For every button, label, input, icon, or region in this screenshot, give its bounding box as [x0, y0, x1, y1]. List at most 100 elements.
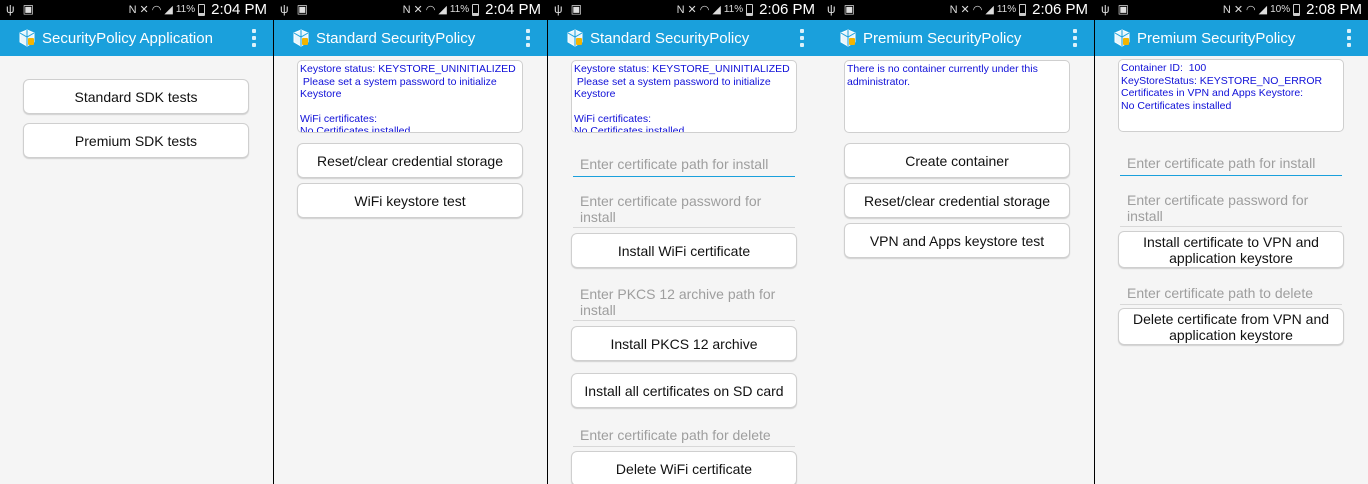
status-line: WiFi certificates:	[300, 112, 378, 125]
mute-icon: ✕	[139, 4, 149, 16]
screenshot-icon: ▣	[22, 2, 34, 16]
premium-sdk-tests-button[interactable]: Premium SDK tests	[23, 123, 249, 158]
delete-path-input[interactable]: Enter certificate path to delete	[1120, 285, 1342, 305]
nfc-icon: N	[128, 3, 137, 16]
status-line: KeyStoreStatus: KEYSTORE_NO_ERROR	[1121, 74, 1323, 87]
install-wifi-certificate-button[interactable]: Install WiFi certificate	[571, 233, 797, 268]
clock: 2:08 PM	[1306, 1, 1362, 18]
usb-icon: ψ	[554, 2, 563, 16]
signal-icon: ◢	[438, 4, 447, 16]
overflow-menu-icon[interactable]	[1073, 29, 1078, 47]
install-vpn-certificate-button[interactable]: Install certificate to VPN and applicati…	[1118, 231, 1344, 268]
install-all-sd-certificates-button[interactable]: Install all certificates on SD card	[571, 373, 797, 408]
status-line: Container ID: 100	[1121, 62, 1207, 74]
status-bar: ψ ▣ N ✕ ◠ ◢ 10% 2:08 PM	[1095, 0, 1368, 20]
mute-icon: ✕	[687, 4, 697, 16]
battery-percent: 11%	[175, 4, 196, 15]
cert-path-input[interactable]: Enter certificate path for install	[573, 156, 795, 177]
status-bar: ψ ▣ N ✕ ◠ ◢ 11% 2:04 PM	[274, 0, 547, 20]
battery-icon	[746, 3, 754, 16]
usb-icon: ψ	[1101, 2, 1110, 16]
screen-premium-vpn: ψ ▣ N ✕ ◠ ◢ 10% 2:08 PM Premium SecurityP…	[1095, 0, 1368, 484]
nfc-icon: N	[402, 3, 411, 16]
clock: 2:06 PM	[759, 1, 815, 18]
action-bar: Standard SecurityPolicy	[548, 20, 821, 56]
clock: 2:04 PM	[485, 1, 541, 18]
container-status-text: There is no container currently under th…	[844, 60, 1070, 133]
app-title: Premium SecurityPolicy	[1137, 29, 1296, 47]
nfc-icon: N	[949, 3, 958, 16]
status-line: Certificates in VPN and Apps Keystore:	[1121, 87, 1304, 99]
usb-icon: ψ	[827, 2, 836, 16]
action-bar: Standard SecurityPolicy	[274, 20, 547, 56]
status-line: No Certificates installed	[1121, 99, 1232, 112]
wifi-icon: ◠	[151, 4, 162, 16]
status-line: There is no container currently under th…	[847, 63, 1041, 88]
standard-sdk-tests-button[interactable]: Standard SDK tests	[23, 79, 249, 114]
battery-icon	[198, 3, 206, 16]
clock: 2:06 PM	[1032, 1, 1088, 18]
battery-percent: 11%	[723, 4, 744, 15]
keystore-status-text: Keystore status: KEYSTORE_UNINITIALIZED …	[297, 60, 523, 133]
status-bar: ψ ▣ N ✕ ◠ ◢ 11% 2:06 PM	[548, 0, 821, 20]
overflow-menu-icon[interactable]	[252, 29, 257, 47]
signal-icon: ◢	[985, 4, 994, 16]
wifi-keystore-test-button[interactable]: WiFi keystore test	[297, 183, 523, 218]
reset-credential-storage-button[interactable]: Reset/clear credential storage	[844, 183, 1070, 218]
app-title: SecurityPolicy Application	[42, 29, 213, 47]
status-bar: ψ ▣ N ✕ ◠ ◢ 11% 2:06 PM	[821, 0, 1094, 20]
clock: 2:04 PM	[211, 1, 267, 18]
signal-icon: ◢	[164, 4, 173, 16]
nfc-icon: N	[676, 3, 685, 16]
screenshot-icon: ▣	[1117, 2, 1129, 16]
status-line: WiFi certificates:	[574, 112, 652, 125]
battery-percent: 11%	[996, 4, 1017, 15]
screen-standard-wifi: ψ ▣ N ✕ ◠ ◢ 11% 2:06 PM Standard Security…	[548, 0, 821, 484]
cert-path-input[interactable]: Enter certificate path for install	[1120, 155, 1342, 176]
app-title: Standard SecurityPolicy	[316, 29, 476, 47]
pkcs-path-input[interactable]: Enter PKCS 12 archive path for install	[573, 286, 795, 321]
mute-icon: ✕	[1233, 4, 1244, 16]
screen-standard: ψ ▣ N ✕ ◠ ◢ 11% 2:04 PM Standard Security…	[274, 0, 547, 484]
overflow-menu-icon[interactable]	[1347, 29, 1352, 47]
delete-vpn-certificate-button[interactable]: Delete certificate from VPN and applicat…	[1118, 308, 1344, 345]
create-container-button[interactable]: Create container	[844, 143, 1070, 178]
keystore-status-text: Keystore status: KEYSTORE_UNINITIALIZED …	[571, 60, 797, 133]
app-icon	[840, 29, 856, 47]
mute-icon: ✕	[960, 4, 970, 16]
status-line: Keystore status: KEYSTORE_UNINITIALIZED	[574, 63, 790, 75]
battery-percent: 10%	[1270, 4, 1291, 15]
overflow-menu-icon[interactable]	[800, 29, 805, 47]
reset-credential-storage-button[interactable]: Reset/clear credential storage	[297, 143, 523, 178]
app-icon	[293, 29, 309, 47]
wifi-icon: ◠	[972, 4, 983, 16]
install-pkcs-archive-button[interactable]: Install PKCS 12 archive	[571, 326, 797, 361]
status-line	[574, 101, 794, 113]
status-line	[300, 101, 520, 113]
screenshot-icon: ▣	[843, 2, 855, 16]
status-bar: ψ ▣ N ✕ ◠ ◢ 11% 2:04 PM	[0, 0, 273, 20]
status-line: Keystore status: KEYSTORE_UNINITIALIZED	[300, 63, 516, 75]
action-bar: Premium SecurityPolicy	[1095, 20, 1368, 56]
cert-password-input[interactable]: Enter certificate password for install	[573, 193, 795, 228]
battery-percent: 11%	[449, 4, 470, 15]
status-line: No Certificates installed	[300, 125, 411, 133]
overflow-menu-icon[interactable]	[526, 29, 531, 47]
signal-icon: ◢	[1258, 4, 1268, 16]
wifi-icon: ◠	[1246, 4, 1256, 16]
battery-icon	[1019, 3, 1027, 16]
action-bar: Premium SecurityPolicy	[821, 20, 1094, 56]
battery-icon	[472, 3, 480, 16]
cert-password-input[interactable]: Enter certificate password for install	[1120, 192, 1342, 227]
app-icon	[19, 29, 35, 47]
screen-premium: ψ ▣ N ✕ ◠ ◢ 11% 2:06 PM Premium SecurityP…	[821, 0, 1094, 484]
vpn-apps-keystore-test-button[interactable]: VPN and Apps keystore test	[844, 223, 1070, 258]
screen-main: ψ ▣ N ✕ ◠ ◢ 11% 2:04 PM SecurityPolicy Ap…	[0, 0, 273, 484]
wifi-icon: ◠	[425, 4, 436, 16]
delete-wifi-certificate-button[interactable]: Delete WiFi certificate	[571, 451, 797, 484]
screenshot-icon: ▣	[570, 2, 582, 16]
mute-icon: ✕	[413, 4, 423, 16]
delete-path-input[interactable]: Enter certificate path for delete	[573, 427, 795, 447]
app-icon	[1114, 29, 1130, 47]
status-line: No Certificates installed	[574, 125, 685, 133]
